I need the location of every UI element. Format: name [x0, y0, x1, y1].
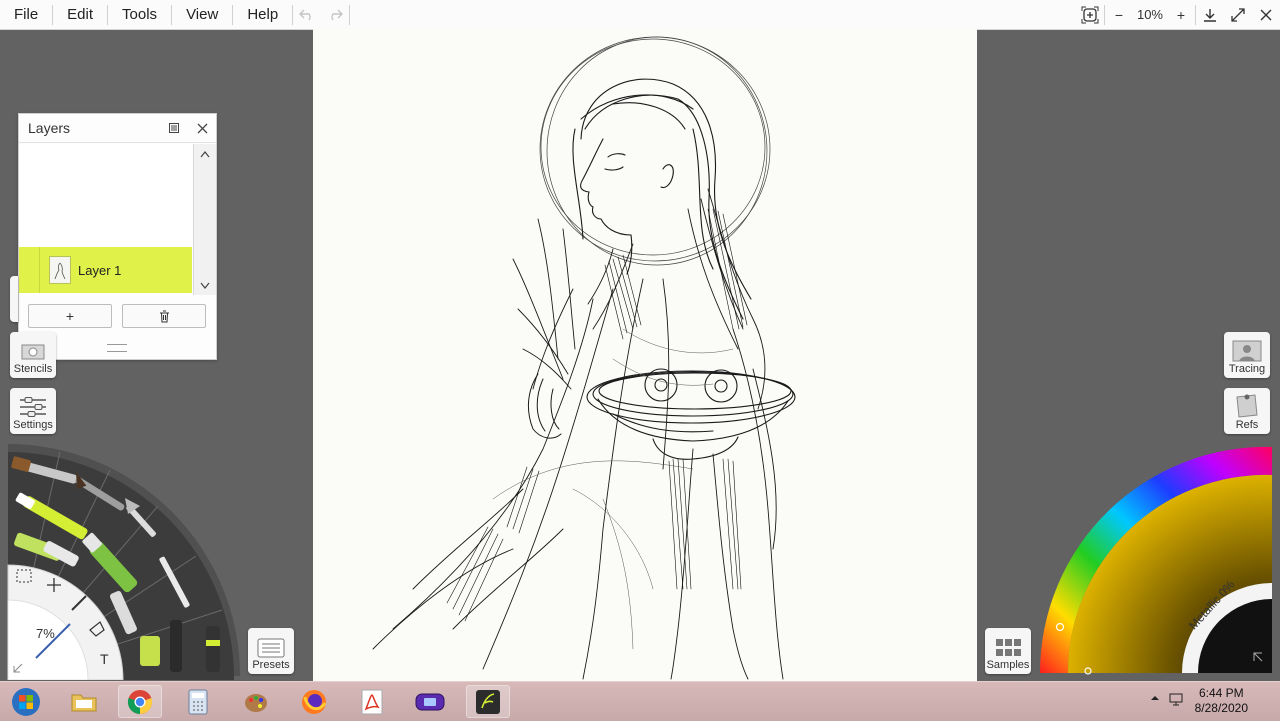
- menu-tools[interactable]: Tools: [108, 0, 171, 29]
- taskbar-paint[interactable]: [234, 685, 278, 718]
- taskbar-media-app[interactable]: [408, 685, 452, 718]
- layer-menu-icon[interactable]: [160, 114, 188, 142]
- zoom-in-button[interactable]: +: [1167, 0, 1195, 29]
- layers-scrollbar[interactable]: [193, 144, 216, 295]
- layer-row[interactable]: Layer 1: [19, 247, 192, 293]
- refs-icon: [1236, 394, 1258, 418]
- menu-help[interactable]: Help: [233, 0, 292, 29]
- layer-name: Layer 1: [78, 262, 122, 278]
- system-clock[interactable]: 6:44 PM 8/28/2020: [1195, 686, 1248, 716]
- drawing-canvas[interactable]: [313, 29, 977, 681]
- scroll-down-icon[interactable]: [194, 275, 216, 295]
- taskbar-artrage[interactable]: [466, 685, 510, 718]
- layers-panel-title: Layers: [28, 120, 71, 136]
- add-layer-button[interactable]: +: [28, 304, 112, 328]
- clock-time: 6:44 PM: [1198, 686, 1244, 700]
- firefox-icon: [302, 689, 327, 714]
- menu-divider: [349, 4, 351, 25]
- samples-label: Samples: [986, 659, 1030, 671]
- taskbar-firefox[interactable]: [292, 685, 336, 718]
- chrome-icon: [127, 689, 153, 714]
- clock-date: 8/28/2020: [1194, 701, 1248, 715]
- stencils-button[interactable]: Stencils: [10, 332, 56, 378]
- close-icon[interactable]: [1252, 0, 1280, 29]
- network-icon[interactable]: [1168, 691, 1184, 710]
- sliders-icon: [20, 397, 46, 417]
- samples-icon: [996, 639, 1021, 656]
- gamepad-icon: [415, 693, 445, 710]
- samples-button[interactable]: Samples: [985, 628, 1031, 674]
- menu-edit[interactable]: Edit: [53, 0, 107, 29]
- tray-expand-icon[interactable]: [1150, 693, 1160, 705]
- close-icon[interactable]: [188, 114, 216, 142]
- layer-thumbnail: [49, 256, 71, 284]
- presets-button[interactable]: Presets: [248, 628, 294, 674]
- tool-size-value: 7%: [36, 626, 55, 641]
- download-icon[interactable]: [1196, 0, 1224, 29]
- presets-label: Presets: [252, 659, 290, 671]
- redo-icon[interactable]: [321, 0, 349, 29]
- layers-panel-header: Layers: [19, 114, 216, 143]
- color-picker[interactable]: Metallic 0%: [1040, 445, 1280, 680]
- undo-icon[interactable]: [293, 0, 321, 29]
- refs-button[interactable]: Refs: [1224, 388, 1270, 434]
- tracing-label: Tracing: [1228, 363, 1266, 375]
- text-tool-icon: T: [100, 651, 109, 667]
- windows-logo-icon: [12, 687, 40, 716]
- zoom-out-button[interactable]: −: [1105, 0, 1133, 29]
- refs-label: Refs: [1235, 419, 1259, 431]
- taskbar-calculator[interactable]: [176, 685, 220, 718]
- taskbar-explorer[interactable]: [62, 685, 106, 718]
- menu-bar: File Edit Tools View Help − 10% +: [0, 0, 1280, 30]
- calculator-icon: [188, 689, 208, 714]
- layers-list: Layer 1: [19, 144, 192, 295]
- stencils-label: Stencils: [13, 363, 53, 375]
- zoom-level: 10%: [1136, 7, 1163, 22]
- taskbar-chrome[interactable]: [118, 685, 162, 718]
- folder-icon: [71, 694, 97, 711]
- artrage-icon: [476, 689, 500, 714]
- tool-wheel[interactable]: T 7%: [0, 440, 240, 681]
- trash-icon: [159, 310, 169, 322]
- tracing-button[interactable]: Tracing: [1224, 332, 1270, 378]
- settings-button[interactable]: Settings: [10, 388, 56, 434]
- fit-canvas-icon[interactable]: [1076, 0, 1104, 29]
- paint-palette-icon: [245, 693, 267, 712]
- layers-panel: Layers Layer 1 +: [18, 113, 217, 360]
- start-button[interactable]: [6, 685, 46, 718]
- panel-resize-handle[interactable]: [107, 344, 127, 352]
- hidden-side-button[interactable]: [10, 276, 18, 322]
- sketch-drawing: [372, 36, 796, 680]
- presets-icon: [257, 638, 285, 658]
- taskbar: 6:44 PM 8/28/2020: [0, 681, 1280, 721]
- scroll-up-icon[interactable]: [194, 144, 216, 164]
- layer-visibility-toggle[interactable]: [19, 247, 40, 293]
- fullscreen-icon[interactable]: [1224, 0, 1252, 29]
- stencils-icon: [21, 344, 45, 360]
- menu-view[interactable]: View: [172, 0, 232, 29]
- settings-label: Settings: [13, 419, 53, 431]
- taskbar-acrobat[interactable]: [350, 685, 394, 718]
- menu-bar-right: − 10% +: [1076, 0, 1280, 29]
- pdf-icon: [361, 689, 383, 714]
- menu-file[interactable]: File: [0, 0, 52, 29]
- tracing-icon: [1232, 340, 1262, 362]
- delete-layer-button[interactable]: [122, 304, 206, 328]
